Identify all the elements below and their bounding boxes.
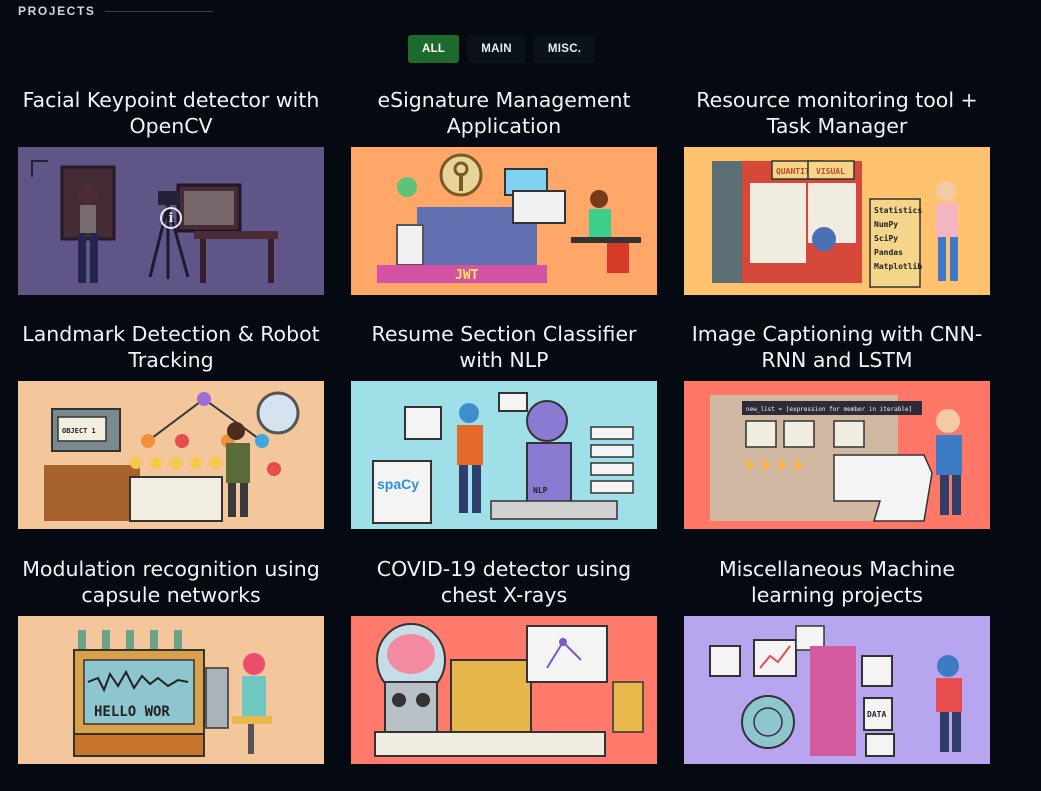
- project-card-resource-monitor[interactable]: Resource monitoring tool + Task Manager …: [684, 87, 990, 295]
- project-title: Facial Keypoint detector with OpenCV: [22, 88, 320, 138]
- filter-main-button[interactable]: MAIN: [467, 35, 526, 63]
- modulation-recognition-illustration: HELLO WOR: [18, 616, 324, 764]
- hello-label: HELLO WOR: [94, 704, 170, 720]
- project-card-esignature[interactable]: eSignature Management Application JWT: [351, 87, 657, 295]
- project-thumbnail[interactable]: JWT: [351, 147, 657, 295]
- section-divider: [105, 10, 214, 12]
- lib-pandas: Pandas: [874, 248, 903, 257]
- object-label: OBJECT 1: [62, 427, 96, 435]
- filter-misc-button[interactable]: MISC.: [533, 35, 596, 63]
- nlp-label: NLP: [533, 486, 548, 495]
- image-captioning-illustration: new_list = [expression for member in ite…: [684, 381, 990, 529]
- project-thumbnail[interactable]: new_list = [expression for member in ite…: [684, 381, 990, 529]
- project-card-misc-ml[interactable]: Miscellaneous Machine learning projects …: [684, 556, 990, 764]
- resource-monitor-illustration: QUANTITY VISUAL Statistics NumPy SciPy P…: [684, 147, 990, 295]
- project-title: Resume Section Classifier with NLP: [371, 322, 637, 372]
- filter-bar: ALL MAIN MISC.: [408, 35, 596, 63]
- project-thumbnail[interactable]: spaCy NLP: [351, 381, 657, 529]
- section-header: PROJECTS: [18, 4, 214, 18]
- project-title: COVID-19 detector using chest X-rays: [376, 557, 632, 607]
- lib-scipy: SciPy: [874, 233, 898, 243]
- spacy-label: spaCy: [377, 476, 419, 492]
- filter-all-button[interactable]: ALL: [408, 35, 460, 63]
- lib-numpy: NumPy: [874, 220, 898, 229]
- project-title: Miscellaneous Machine learning projects: [718, 557, 956, 607]
- landmark-detection-illustration: OBJECT 1: [18, 381, 324, 529]
- project-thumbnail[interactable]: [351, 616, 657, 764]
- project-thumbnail[interactable]: i: [18, 147, 324, 295]
- project-thumbnail[interactable]: DATA: [684, 616, 990, 764]
- lib-matplotlib: Matplotlib: [874, 261, 922, 271]
- project-title: Landmark Detection & Robot Tracking: [22, 322, 320, 372]
- project-title: eSignature Management Application: [377, 88, 631, 138]
- jwt-label: JWT: [455, 268, 479, 283]
- misc-ml-illustration: DATA: [684, 616, 990, 764]
- project-thumbnail[interactable]: HELLO WOR: [18, 616, 324, 764]
- project-card-resume-classifier[interactable]: Resume Section Classifier with NLP spaCy…: [351, 321, 657, 529]
- esignature-illustration: JWT: [351, 147, 657, 295]
- project-card-facial-keypoint[interactable]: Facial Keypoint detector with OpenCV i: [18, 87, 324, 295]
- project-title: Resource monitoring tool + Task Manager: [696, 88, 978, 138]
- project-thumbnail[interactable]: QUANTITY VISUAL Statistics NumPy SciPy P…: [684, 147, 990, 295]
- project-title: Modulation recognition using capsule net…: [22, 557, 320, 607]
- resume-classifier-illustration: spaCy NLP: [351, 381, 657, 529]
- project-card-modulation-recognition[interactable]: Modulation recognition using capsule net…: [18, 556, 324, 764]
- visual-label: VISUAL: [816, 167, 845, 176]
- covid-detector-illustration: [351, 616, 657, 764]
- data-label: DATA: [867, 710, 886, 719]
- project-card-image-captioning[interactable]: Image Captioning with CNN-RNN and LSTM n…: [684, 321, 990, 529]
- lib-statistics: Statistics: [874, 205, 922, 215]
- code-label: new_list = [expression for member in ite…: [746, 406, 912, 413]
- project-card-covid-detector[interactable]: COVID-19 detector using chest X-rays: [351, 556, 657, 764]
- project-title: Image Captioning with CNN-RNN and LSTM: [691, 322, 983, 372]
- info-icon[interactable]: i: [160, 207, 182, 229]
- project-card-landmark-detection[interactable]: Landmark Detection & Robot Tracking OBJE…: [18, 321, 324, 529]
- project-thumbnail[interactable]: OBJECT 1: [18, 381, 324, 529]
- section-title: PROJECTS: [18, 4, 96, 18]
